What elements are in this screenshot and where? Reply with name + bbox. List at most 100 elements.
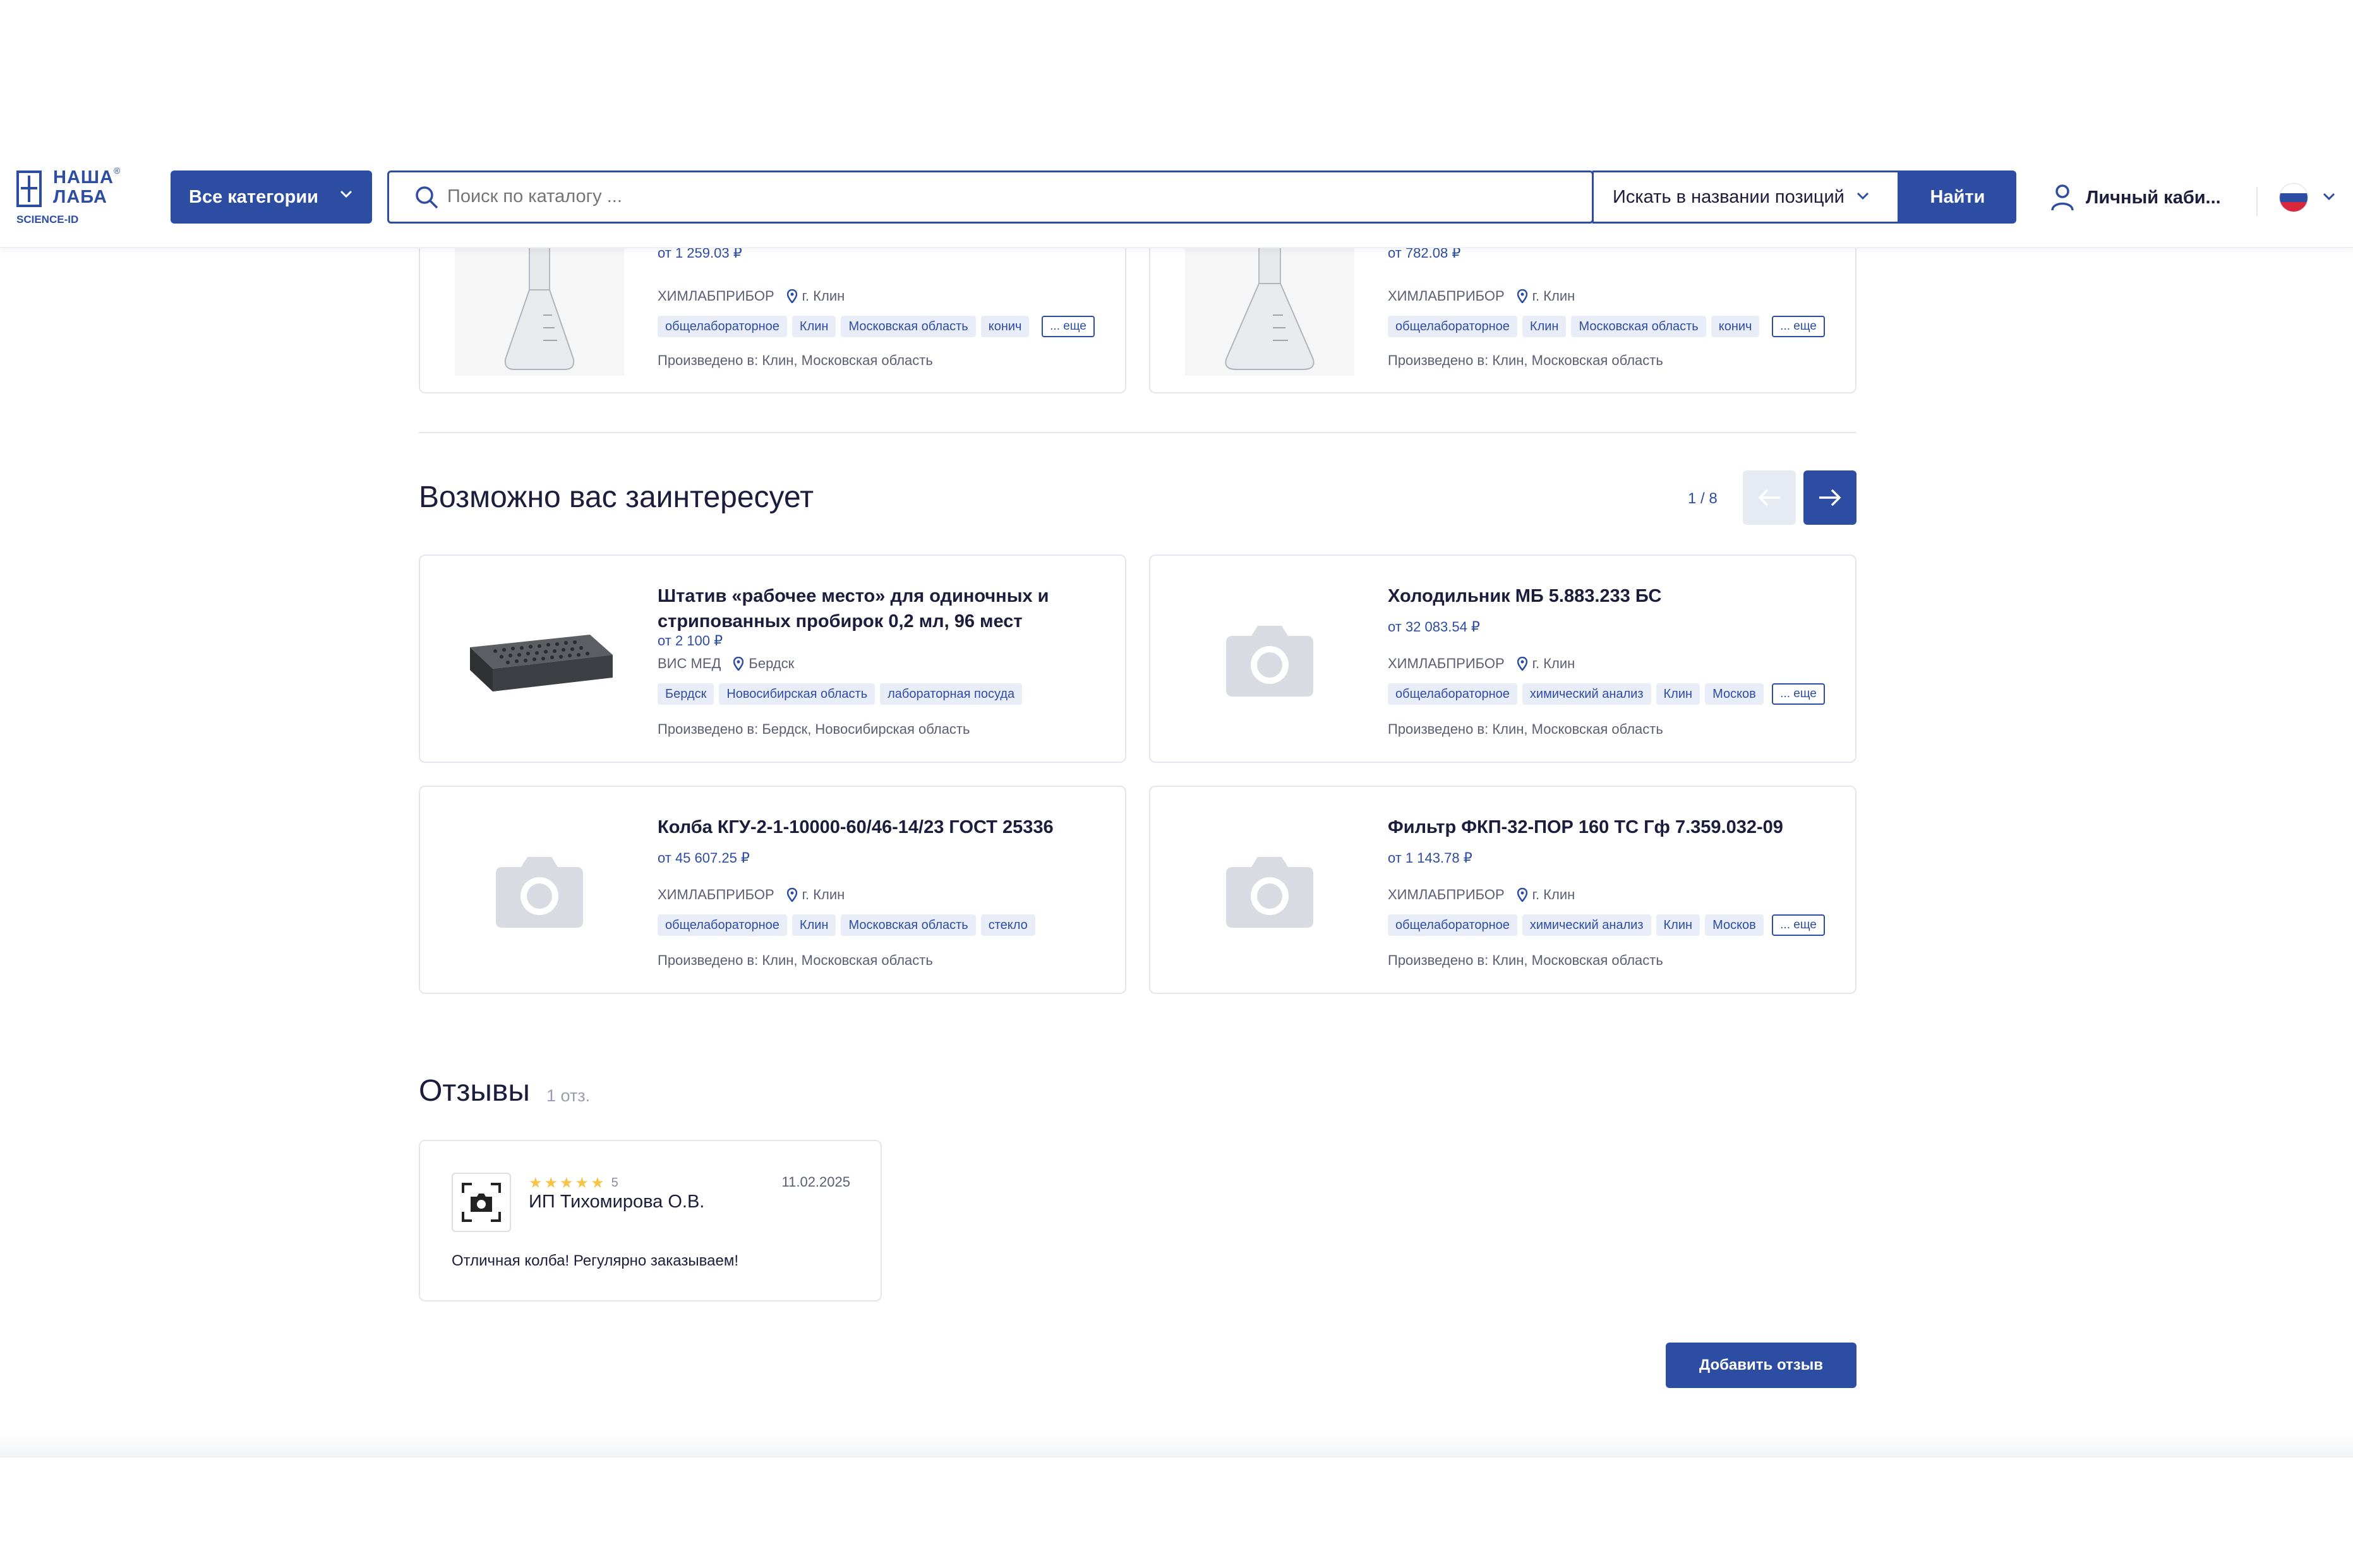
tag[interactable]: химический анализ xyxy=(1522,914,1651,936)
find-button[interactable]: Найти xyxy=(1899,171,2016,224)
product-city: г. Клин xyxy=(786,887,845,903)
all-categories-label: Все категории xyxy=(189,186,319,207)
tag-list: общелабораторное Клин Московская область ко… xyxy=(1388,316,1824,337)
city-name: Бердск xyxy=(749,655,795,671)
product-city: г. Клин xyxy=(1517,887,1575,903)
product-origin: Произведено в: Клин, Московская область xyxy=(1388,952,1663,968)
logo-text: НАША ЛАБА xyxy=(53,167,114,207)
supplier-name[interactable]: ХИМЛАБПРИБОР xyxy=(1388,655,1505,672)
location-pin-icon xyxy=(1517,657,1527,671)
add-review-label: Добавить отзыв xyxy=(1699,1356,1823,1373)
product-origin: Произведено в: Клин, Московская область xyxy=(1388,721,1663,737)
logo-mark-icon xyxy=(16,171,42,207)
product-price: от 45 607.25 ₽ xyxy=(658,850,750,866)
recommendations-title: Возможно вас заинтересует xyxy=(419,481,814,514)
city-name: г. Клин xyxy=(1532,288,1575,304)
star-icon: ★ xyxy=(529,1175,543,1192)
chevron-down-icon xyxy=(340,190,352,198)
product-origin: Произведено в: Клин, Московская область xyxy=(658,952,933,968)
tag[interactable]: конич xyxy=(1711,316,1760,337)
camera-placeholder-icon xyxy=(1226,626,1313,697)
reviews-title: Отзывы xyxy=(419,1074,530,1108)
city-name: г. Клин xyxy=(1532,887,1575,902)
tag[interactable]: Клин xyxy=(791,914,836,936)
supplier-name[interactable]: ВИС МЕД xyxy=(658,655,721,672)
product-image xyxy=(455,241,624,376)
tag[interactable]: общелабораторное xyxy=(658,914,787,936)
site-logo[interactable]: НАША ЛАБА ® SCIENCE-ID xyxy=(16,165,130,229)
product-supplier: ВИС МЕД Бердск xyxy=(658,655,794,672)
more-tags-button[interactable]: ... еще xyxy=(1042,316,1095,337)
product-image xyxy=(1185,241,1354,376)
rating-stars: ★ ★ ★ ★ ★ 5 xyxy=(529,1174,618,1192)
product-city: г. Клин xyxy=(1517,288,1575,304)
tag-list: Бердск Новосибирская область лабораторная … xyxy=(658,683,1093,705)
tag[interactable]: Клин xyxy=(1522,316,1567,337)
star-icon: ★ xyxy=(575,1175,589,1192)
city-name: г. Клин xyxy=(1532,655,1575,671)
tag[interactable]: Клин xyxy=(1656,914,1700,936)
product-card[interactable]: от 1 259.03 ₽ ХИМЛАБПРИБОР г. Клин общел… xyxy=(419,240,1126,393)
find-button-label: Найти xyxy=(1930,186,1985,207)
tag[interactable]: конич xyxy=(980,316,1030,337)
flask-image xyxy=(504,245,575,370)
location-pin-icon xyxy=(786,289,797,303)
product-card[interactable]: от 782.08 ₽ ХИМЛАБПРИБОР г. Клин общелаб… xyxy=(1149,240,1857,393)
tag[interactable]: общелабораторное xyxy=(1388,914,1517,936)
language-switcher[interactable] xyxy=(2279,183,2336,212)
tag[interactable]: Московская область xyxy=(841,914,976,936)
account-link[interactable]: Личный каби... xyxy=(2050,182,2221,213)
location-pin-icon xyxy=(786,888,797,902)
tag[interactable]: Бердск xyxy=(658,683,714,705)
supplier-name[interactable]: ХИМЛАБПРИБОР xyxy=(1388,288,1505,304)
product-card[interactable]: Холодильник МБ 5.883.233 БС от 32 083.54… xyxy=(1149,554,1857,763)
location-pin-icon xyxy=(1517,888,1527,902)
all-categories-button[interactable]: Все категории xyxy=(171,171,372,224)
tag[interactable]: Новосибирская область xyxy=(719,683,876,705)
supplier-name[interactable]: ХИМЛАБПРИБОР xyxy=(658,887,774,903)
tag[interactable]: стекло xyxy=(980,914,1035,936)
more-tags-button[interactable]: ... еще xyxy=(1772,914,1825,936)
add-review-button[interactable]: Добавить отзыв xyxy=(1666,1343,1857,1388)
more-tags-button[interactable]: ... еще xyxy=(1772,316,1825,337)
tag[interactable]: общелабораторное xyxy=(1388,316,1517,337)
tag[interactable]: Москов xyxy=(1705,914,1764,936)
product-supplier: ХИМЛАБПРИБОР г. Клин xyxy=(658,288,845,304)
product-title[interactable]: Фильтр ФКП-32-ПОР 160 ТС Гф 7.359.032-09 xyxy=(1388,815,1792,840)
russia-flag-icon xyxy=(2279,183,2308,212)
product-title[interactable]: Штатив «рабочее место» для одиночных и с… xyxy=(658,584,1062,634)
pager-prev-button[interactable] xyxy=(1743,470,1796,525)
product-image xyxy=(1185,820,1354,962)
product-supplier: ХИМЛАБПРИБОР г. Клин xyxy=(1388,655,1575,672)
camera-placeholder-icon xyxy=(496,857,583,928)
more-tags-button[interactable]: ... еще xyxy=(1772,683,1825,705)
product-title[interactable]: Колба КГУ-2-1-10000-60/46-14/23 ГОСТ 253… xyxy=(658,815,1062,840)
review-text: Отличная колба! Регулярно заказываем! xyxy=(452,1252,738,1269)
tag[interactable]: Московская область xyxy=(841,316,976,337)
product-title[interactable]: Холодильник МБ 5.883.233 БС xyxy=(1388,584,1792,609)
tag[interactable]: общелабораторное xyxy=(1388,683,1517,705)
search-input[interactable] xyxy=(447,183,1584,210)
product-origin: Произведено в: Клин, Московская область xyxy=(1388,352,1663,368)
tag[interactable]: лабораторная посуда xyxy=(880,683,1023,705)
section-divider xyxy=(419,432,1857,433)
product-card[interactable]: Штатив «рабочее место» для одиночных и с… xyxy=(419,554,1126,763)
tag[interactable]: Клин xyxy=(1656,683,1700,705)
product-image xyxy=(455,820,624,962)
tag[interactable]: Московская область xyxy=(1571,316,1706,337)
search-box xyxy=(387,171,1594,224)
tag[interactable]: Клин xyxy=(791,316,836,337)
product-card[interactable]: Колба КГУ-2-1-10000-60/46-14/23 ГОСТ 253… xyxy=(419,786,1126,994)
supplier-name[interactable]: ХИМЛАБПРИБОР xyxy=(658,288,774,304)
review-author: ИП Тихомирова О.В. xyxy=(529,1192,705,1212)
pager-next-button[interactable] xyxy=(1803,470,1857,525)
search-mode-select[interactable]: Искать в названии позиций xyxy=(1592,171,1899,224)
product-price: от 32 083.54 ₽ xyxy=(1388,619,1480,635)
product-card[interactable]: Фильтр ФКП-32-ПОР 160 ТС Гф 7.359.032-09… xyxy=(1149,786,1857,994)
supplier-name[interactable]: ХИМЛАБПРИБОР xyxy=(1388,887,1505,903)
tag[interactable]: химический анализ xyxy=(1522,683,1651,705)
tag[interactable]: Москов xyxy=(1705,683,1764,705)
tag[interactable]: общелабораторное xyxy=(658,316,787,337)
product-supplier: ХИМЛАБПРИБОР г. Клин xyxy=(1388,887,1575,903)
chevron-down-icon xyxy=(1857,192,1869,200)
